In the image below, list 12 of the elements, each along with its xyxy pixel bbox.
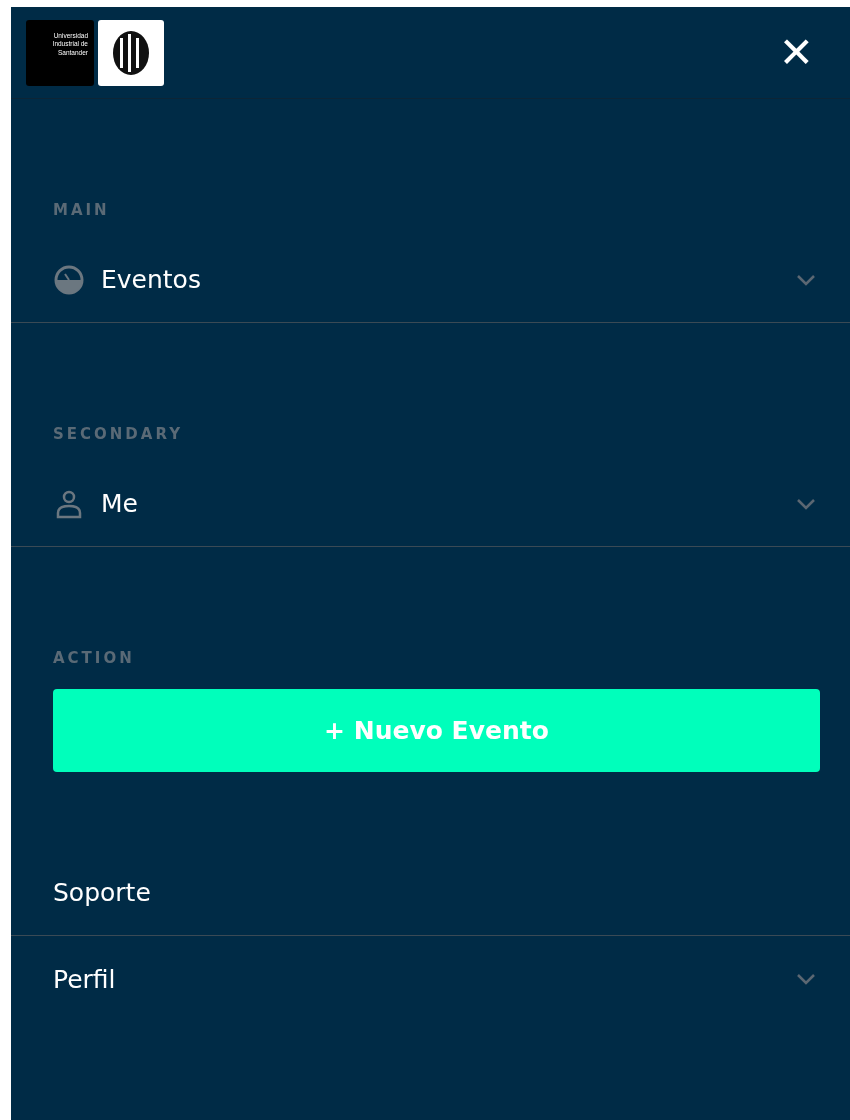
menu-item[interactable]: Eventos: [11, 237, 850, 323]
section-label: SECONDARY: [52, 425, 184, 443]
menu-item[interactable]: Soporte: [11, 849, 850, 936]
chevron-down-icon: [796, 497, 816, 510]
menu-item[interactable]: Me: [11, 461, 850, 547]
chevron-down-icon: [796, 973, 816, 985]
menu-item[interactable]: Perfil: [11, 936, 850, 1022]
gauge-icon: [53, 263, 85, 296]
section-label: MAIN: [52, 201, 111, 219]
section-label: ACTION: [52, 649, 136, 667]
close-button[interactable]: ✕: [778, 31, 814, 74]
chevron-down-icon: [796, 273, 816, 286]
